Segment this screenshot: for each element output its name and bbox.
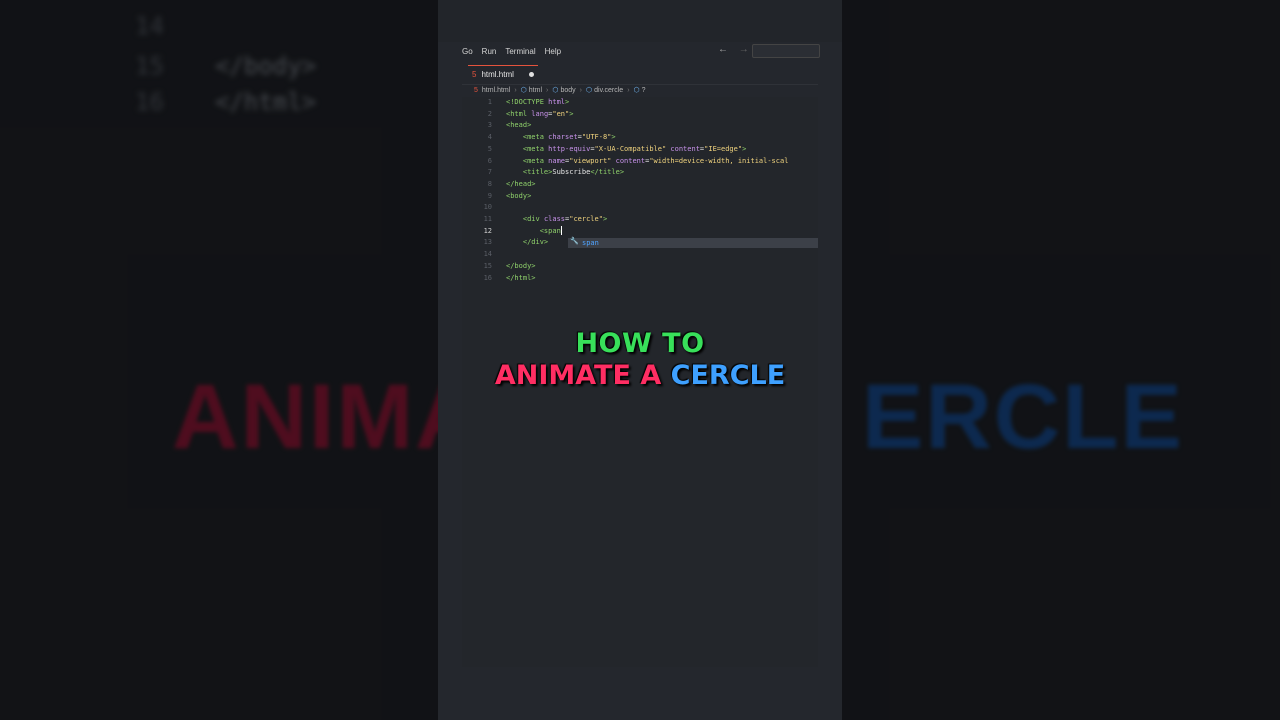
element-icon: ⬡	[520, 87, 527, 94]
back-arrow-icon[interactable]: ←	[718, 44, 728, 55]
line-number: 13	[483, 238, 492, 247]
line-number: 16	[483, 273, 492, 282]
chevron-right-icon: ›	[579, 86, 583, 94]
element-icon: ⬡	[552, 87, 559, 94]
line-number: 2	[487, 109, 492, 118]
code-text: <!DOCTYPE html>	[506, 98, 570, 106]
code-line[interactable]: 14	[462, 249, 818, 261]
line-number: 14	[483, 250, 492, 259]
code-text: </html>	[506, 273, 536, 282]
menu-bar: Go Run Terminal Help ← →	[462, 42, 820, 60]
menu-go[interactable]: Go	[462, 47, 473, 56]
code-text: </body>	[506, 261, 536, 270]
tab-html-file[interactable]: 5 html.html	[468, 65, 538, 83]
breadcrumb-body[interactable]: body	[560, 87, 575, 94]
line-number: 3	[487, 121, 492, 130]
caption-line-2: ANIMATE A CERCLE	[438, 360, 842, 391]
code-line[interactable]: 12 <span	[462, 226, 818, 238]
tab-label: html.html	[481, 70, 514, 79]
line-number: 5	[487, 144, 492, 153]
code-line[interactable]: 6 <meta name="viewport" content="width=d…	[462, 156, 818, 168]
tab-bar: 5 html.html	[462, 62, 818, 85]
unsaved-dot-icon[interactable]	[529, 72, 534, 77]
line-number: 12	[483, 226, 492, 235]
caption-word-a: A	[640, 360, 662, 391]
code-text: <div class="cercle">	[522, 215, 608, 223]
code-text: <html lang="en">	[506, 109, 574, 118]
suggestion-label: span	[582, 239, 599, 247]
line-number: 15	[483, 261, 492, 270]
line-number: 10	[483, 203, 492, 212]
code-line[interactable]: 3 <head>	[462, 120, 818, 132]
nav-arrows: ← →	[718, 44, 757, 55]
code-line[interactable]: 5 <meta http-equiv="X-UA-Compatible" con…	[462, 144, 818, 156]
code-text: <head>	[506, 121, 532, 130]
element-icon: ⬡	[586, 87, 593, 94]
autocomplete-suggestion[interactable]: 🔧 span	[568, 238, 818, 248]
menu-run[interactable]: Run	[482, 47, 497, 56]
code-line[interactable]: 4 <meta charset="UTF-8">	[462, 132, 818, 144]
html-file-icon: 5	[474, 86, 478, 94]
line-number: 6	[487, 156, 492, 165]
menu-help[interactable]: Help	[545, 47, 561, 56]
code-line[interactable]: 15 </body>	[462, 261, 818, 273]
element-icon: ⬡	[633, 87, 640, 94]
code-line[interactable]: 7 <title>Subscribe</title>	[462, 167, 818, 179]
code-text: <body>	[506, 191, 532, 200]
html-file-icon: 5	[472, 70, 477, 79]
menu-terminal[interactable]: Terminal	[505, 47, 535, 56]
code-line[interactable]: 8 </head>	[462, 179, 818, 191]
chevron-right-icon: ›	[514, 86, 517, 94]
code-text: <meta name="viewport" content="width=dev…	[522, 156, 789, 165]
code-text: <meta http-equiv="X-UA-Compatible" conte…	[522, 144, 747, 153]
breadcrumb-div[interactable]: div.cercle	[594, 87, 623, 94]
command-search-box[interactable]	[752, 44, 820, 58]
code-line[interactable]: 1 <!DOCTYPE html>	[462, 97, 818, 109]
faded-titlebar	[438, 0, 842, 42]
code-text: <title>Subscribe</title>	[522, 168, 625, 177]
caption-word-cercle: CERCLE	[670, 360, 786, 391]
line-number: 1	[487, 98, 492, 106]
code-text: </div>	[522, 238, 549, 247]
code-line[interactable]: 2 <html lang="en">	[462, 109, 818, 121]
forward-arrow-icon[interactable]: →	[739, 44, 749, 55]
code-line[interactable]: 9 <body>	[462, 191, 818, 203]
code-line[interactable]: 10	[462, 202, 818, 214]
video-frame: Go Run Terminal Help ← → 5 html.html 5 h…	[438, 0, 842, 720]
breadcrumb: 5 html.html › ⬡ html › ⬡ body › ⬡ div.ce…	[474, 84, 646, 96]
breadcrumb-unknown[interactable]: ?	[642, 87, 646, 94]
code-line[interactable]: 11 <div class="cercle">	[462, 214, 818, 226]
breadcrumb-file[interactable]: html.html	[482, 87, 510, 94]
line-number: 8	[487, 179, 492, 188]
code-text: </head>	[506, 179, 536, 188]
line-number: 7	[487, 168, 492, 177]
chevron-right-icon: ›	[546, 86, 549, 94]
wrench-icon: 🔧	[570, 238, 579, 245]
caption-word-animate: ANIMATE	[494, 360, 631, 391]
code-line[interactable]: 16 </html>	[462, 273, 818, 285]
chevron-right-icon: ›	[627, 86, 630, 94]
code-text: <meta charset="UTF-8">	[522, 133, 616, 142]
line-number: 11	[483, 215, 492, 223]
caption-line-1: HOW TO	[575, 328, 705, 359]
line-number: 4	[487, 133, 492, 142]
breadcrumb-html[interactable]: html	[529, 87, 542, 94]
line-number: 9	[487, 191, 492, 200]
code-text: <span	[539, 226, 562, 236]
